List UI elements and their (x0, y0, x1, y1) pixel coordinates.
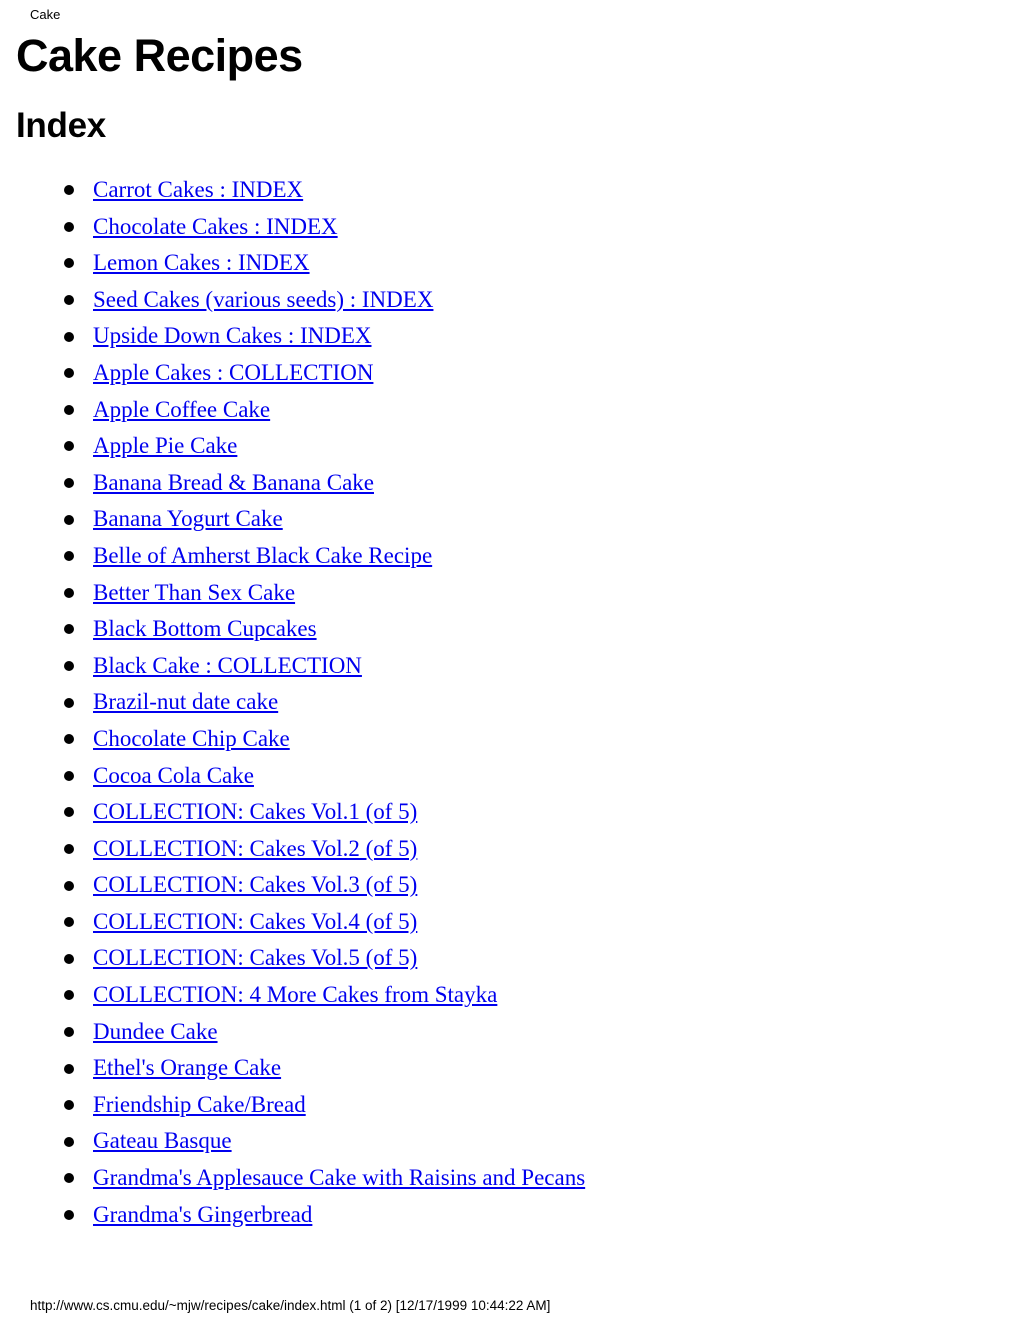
index-list-item: Banana Bread & Banana Cake (16, 465, 1004, 502)
bullet-icon (64, 661, 74, 672)
index-list-item: Grandma's Applesauce Cake with Raisins a… (16, 1160, 1004, 1197)
index-list-item: Better Than Sex Cake (16, 575, 1004, 612)
recipe-link[interactable]: Better Than Sex Cake (93, 580, 295, 605)
index-list-item: Black Bottom Cupcakes (16, 611, 1004, 648)
recipe-link[interactable]: Carrot Cakes : INDEX (93, 177, 303, 202)
recipe-link[interactable]: Cocoa Cola Cake (93, 763, 254, 788)
index-list-item: Seed Cakes (various seeds) : INDEX (16, 282, 1004, 319)
bullet-icon (64, 917, 74, 928)
running-page-header: Cake (30, 7, 61, 22)
index-list-item: Gateau Basque (16, 1123, 1004, 1160)
recipe-link[interactable]: Banana Yogurt Cake (93, 506, 283, 531)
recipe-link[interactable]: Dundee Cake (93, 1019, 218, 1044)
recipe-link[interactable]: Friendship Cake/Bread (93, 1092, 306, 1117)
recipe-link[interactable]: Seed Cakes (various seeds) : INDEX (93, 287, 433, 312)
recipe-link[interactable]: COLLECTION: Cakes Vol.3 (of 5) (93, 872, 417, 897)
index-list-item: Apple Pie Cake (16, 428, 1004, 465)
bullet-icon (64, 368, 74, 379)
section-heading-index: Index (16, 106, 106, 145)
index-list-item: COLLECTION: Cakes Vol.5 (of 5) (16, 940, 1004, 977)
bullet-icon (64, 843, 74, 854)
recipe-link[interactable]: COLLECTION: Cakes Vol.5 (of 5) (93, 945, 417, 970)
index-list-item: Chocolate Cakes : INDEX (16, 209, 1004, 246)
index-list-item: Apple Coffee Cake (16, 392, 1004, 429)
bullet-icon (64, 551, 74, 562)
running-page-footer: http://www.cs.cmu.edu/~mjw/recipes/cake/… (30, 1298, 551, 1313)
recipe-link[interactable]: Upside Down Cakes : INDEX (93, 323, 372, 348)
index-list-item: Apple Cakes : COLLECTION (16, 355, 1004, 392)
index-list-item: COLLECTION: Cakes Vol.2 (of 5) (16, 831, 1004, 868)
bullet-icon (64, 1136, 74, 1147)
bullet-icon (64, 514, 74, 525)
recipe-link[interactable]: Chocolate Cakes : INDEX (93, 214, 338, 239)
recipe-link[interactable]: Brazil-nut date cake (93, 689, 278, 714)
bullet-icon (64, 587, 74, 598)
bullet-icon (64, 880, 74, 891)
recipe-link[interactable]: Ethel's Orange Cake (93, 1055, 281, 1080)
recipe-link[interactable]: Grandma's Applesauce Cake with Raisins a… (93, 1165, 585, 1190)
index-list-item: Upside Down Cakes : INDEX (16, 318, 1004, 355)
recipe-link[interactable]: Banana Bread & Banana Cake (93, 470, 374, 495)
index-list-item: Carrot Cakes : INDEX (16, 172, 1004, 209)
recipe-link[interactable]: Grandma's Gingerbread (93, 1202, 312, 1227)
page-title: Cake Recipes (16, 30, 303, 81)
bullet-icon (64, 1173, 74, 1184)
recipe-link[interactable]: Apple Cakes : COLLECTION (93, 360, 373, 385)
bullet-icon (64, 441, 74, 452)
bullet-icon (64, 1026, 74, 1037)
recipe-link[interactable]: COLLECTION: 4 More Cakes from Stayka (93, 982, 497, 1007)
recipe-link[interactable]: Black Cake : COLLECTION (93, 653, 362, 678)
recipe-link[interactable]: COLLECTION: Cakes Vol.4 (of 5) (93, 909, 417, 934)
index-list-item: Grandma's Gingerbread (16, 1197, 1004, 1234)
bullet-icon (64, 1100, 74, 1111)
recipe-link[interactable]: COLLECTION: Cakes Vol.1 (of 5) (93, 799, 417, 824)
bullet-icon (64, 734, 74, 745)
index-list-item: Ethel's Orange Cake (16, 1050, 1004, 1087)
bullet-icon (64, 807, 74, 818)
bullet-icon (64, 953, 74, 964)
recipe-link[interactable]: Apple Coffee Cake (93, 397, 270, 422)
recipe-link[interactable]: Belle of Amherst Black Cake Recipe (93, 543, 432, 568)
bullet-icon (64, 1209, 74, 1220)
index-list-item: Cocoa Cola Cake (16, 758, 1004, 795)
index-list-item: COLLECTION: Cakes Vol.1 (of 5) (16, 794, 1004, 831)
recipe-index-list: Carrot Cakes : INDEX Chocolate Cakes : IN… (16, 172, 1004, 1233)
bullet-icon (64, 624, 74, 635)
recipe-link[interactable]: Gateau Basque (93, 1128, 232, 1153)
index-list-item: Chocolate Chip Cake (16, 721, 1004, 758)
bullet-icon (64, 185, 74, 196)
bullet-icon (64, 770, 74, 781)
recipe-link[interactable]: COLLECTION: Cakes Vol.2 (of 5) (93, 836, 417, 861)
index-list-item: Belle of Amherst Black Cake Recipe (16, 538, 1004, 575)
index-list-item: Brazil-nut date cake (16, 684, 1004, 721)
bullet-icon (64, 404, 74, 415)
bullet-icon (64, 221, 74, 232)
index-list-item: COLLECTION: Cakes Vol.4 (of 5) (16, 904, 1004, 941)
recipe-link[interactable]: Apple Pie Cake (93, 433, 237, 458)
recipe-link[interactable]: Black Bottom Cupcakes (93, 616, 317, 641)
bullet-icon (64, 990, 74, 1001)
bullet-icon (64, 1063, 74, 1074)
index-list-item: Lemon Cakes : INDEX (16, 245, 1004, 282)
recipe-link[interactable]: Lemon Cakes : INDEX (93, 250, 310, 275)
bullet-icon (64, 331, 74, 342)
bullet-icon (64, 697, 74, 708)
bullet-icon (64, 258, 74, 269)
index-list-item: Black Cake : COLLECTION (16, 648, 1004, 685)
index-list-item: Dundee Cake (16, 1014, 1004, 1051)
index-list-item: COLLECTION: Cakes Vol.3 (of 5) (16, 867, 1004, 904)
index-list-item: COLLECTION: 4 More Cakes from Stayka (16, 977, 1004, 1014)
document-content: Cake Recipes Index Carrot Cakes : INDEX C… (16, 30, 1004, 1233)
index-list-item: Banana Yogurt Cake (16, 501, 1004, 538)
bullet-icon (64, 295, 74, 306)
index-list-item: Friendship Cake/Bread (16, 1087, 1004, 1124)
bullet-icon (64, 478, 74, 489)
recipe-link[interactable]: Chocolate Chip Cake (93, 726, 290, 751)
